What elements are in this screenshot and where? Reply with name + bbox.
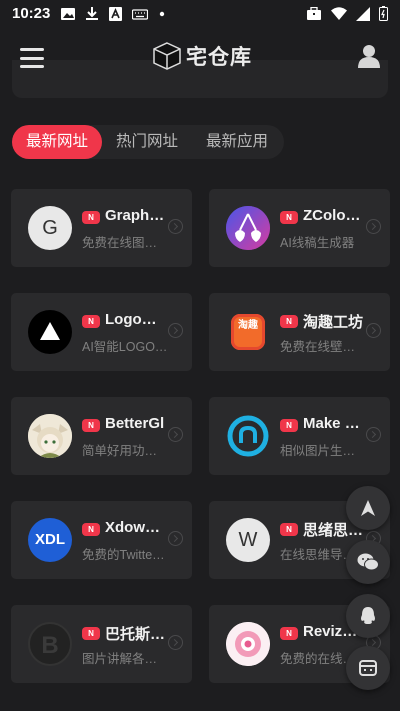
site-desc: 相似图片生…: [280, 444, 356, 458]
taoqu-app-label: 淘趣: [231, 314, 265, 350]
taoqu-app-icon: 淘趣: [226, 310, 270, 354]
site-title: Make F…: [303, 415, 365, 432]
scroll-top-button[interactable]: [346, 486, 390, 530]
user-icon[interactable]: [358, 44, 380, 68]
pink-circle-icon: [226, 622, 270, 666]
menu-bar-line: [20, 48, 44, 51]
site-title: Logom…: [105, 311, 167, 328]
site-card[interactable]: 淘趣 N 淘趣工坊 免费在线壁…: [209, 293, 390, 371]
xdl-logo-icon: XDL: [28, 518, 72, 562]
anime-avatar-icon: [28, 414, 72, 458]
status-time: 10:23: [12, 5, 51, 22]
wifi-icon: [331, 6, 347, 20]
site-card[interactable]: XDL N Xdownl… 免费的Twitte…: [11, 501, 192, 579]
site-desc: 图片讲解各…: [82, 652, 158, 666]
site-title: Xdownl…: [105, 519, 167, 536]
site-card[interactable]: N Make F… 相似图片生…: [209, 397, 390, 475]
new-badge: N: [280, 315, 298, 328]
chevron-right-icon: [168, 323, 183, 338]
new-badge: N: [82, 627, 100, 640]
site-card[interactable]: N ZColori… AI线稿生成器: [209, 189, 390, 267]
site-desc: 简单好用功…: [82, 444, 158, 458]
chevron-right-icon: [168, 219, 183, 234]
box-logo-icon: [153, 42, 181, 70]
site-desc: AI线稿生成器: [280, 236, 355, 250]
site-title: 巴托斯…: [105, 626, 166, 643]
chevron-right-icon: [366, 323, 381, 338]
new-badge: N: [82, 523, 100, 536]
category-tabs: 最新网址 热门网址 最新应用: [12, 125, 284, 159]
font-app-icon: [109, 6, 123, 21]
download-icon: [86, 6, 99, 20]
new-badge: N: [280, 419, 298, 432]
tab-latest-apps[interactable]: 最新应用: [192, 125, 282, 159]
new-badge: N: [82, 419, 100, 432]
chevron-right-icon: [366, 219, 381, 234]
triangle-logo-icon: [28, 310, 72, 354]
tab-popular-sites[interactable]: 热门网址: [102, 125, 192, 159]
briefcase-icon: [307, 6, 321, 20]
site-desc: AI智能LOGO…: [82, 340, 168, 354]
signal-icon: [356, 6, 370, 21]
site-title: ZColori…: [303, 207, 365, 224]
letter-g-icon: G: [28, 206, 72, 250]
site-desc: 免费在线图…: [82, 236, 158, 250]
site-card[interactable]: G N Graph … 免费在线图…: [11, 189, 192, 267]
menu-bar-line: [20, 65, 44, 68]
battery-icon: [379, 6, 388, 21]
cherry-icon: [226, 206, 270, 250]
new-badge: N: [280, 523, 298, 536]
status-bar: 10:23: [0, 0, 400, 27]
chevron-right-icon: [366, 427, 381, 442]
qq-button[interactable]: [346, 594, 390, 638]
new-badge: N: [82, 315, 100, 328]
site-card[interactable]: N BetterGl 简单好用功…: [11, 397, 192, 475]
wechat-button[interactable]: [346, 540, 390, 584]
logo-text: 宅仓库: [186, 46, 252, 69]
qq-icon: [361, 607, 375, 624]
chevron-right-icon: [168, 635, 183, 650]
dot-icon: [160, 11, 165, 16]
chevron-right-icon: [168, 531, 183, 546]
grid-box-icon: [359, 660, 377, 676]
menu-bar-line: [20, 56, 44, 60]
new-badge: N: [280, 627, 298, 640]
app-bar: 宅仓库: [0, 27, 400, 89]
site-title: Graph …: [105, 207, 167, 224]
more-tools-button[interactable]: [346, 646, 390, 690]
b-logo-icon: B: [28, 622, 72, 666]
site-card[interactable]: B N 巴托斯… 图片讲解各…: [11, 605, 192, 683]
ring-logo-icon: [226, 414, 270, 458]
new-badge: N: [280, 211, 298, 224]
keyboard-icon: [132, 8, 149, 20]
letter-w-icon: W: [226, 518, 270, 562]
gallery-icon: [61, 7, 76, 20]
site-title: BetterGl: [105, 415, 165, 432]
site-card[interactable]: N Logom… AI智能LOGO…: [11, 293, 192, 371]
wechat-icon: [357, 553, 379, 571]
chevron-right-icon: [168, 427, 183, 442]
navigate-up-icon: [361, 500, 375, 516]
site-desc: 免费在线壁…: [280, 340, 356, 354]
app-logo: 宅仓库: [152, 41, 252, 71]
new-badge: N: [82, 211, 100, 224]
menu-button[interactable]: [20, 48, 44, 68]
site-title: 淘趣工坊: [303, 314, 364, 331]
tab-latest-sites[interactable]: 最新网址: [12, 125, 103, 159]
site-desc: 免费的Twitte…: [82, 548, 165, 562]
